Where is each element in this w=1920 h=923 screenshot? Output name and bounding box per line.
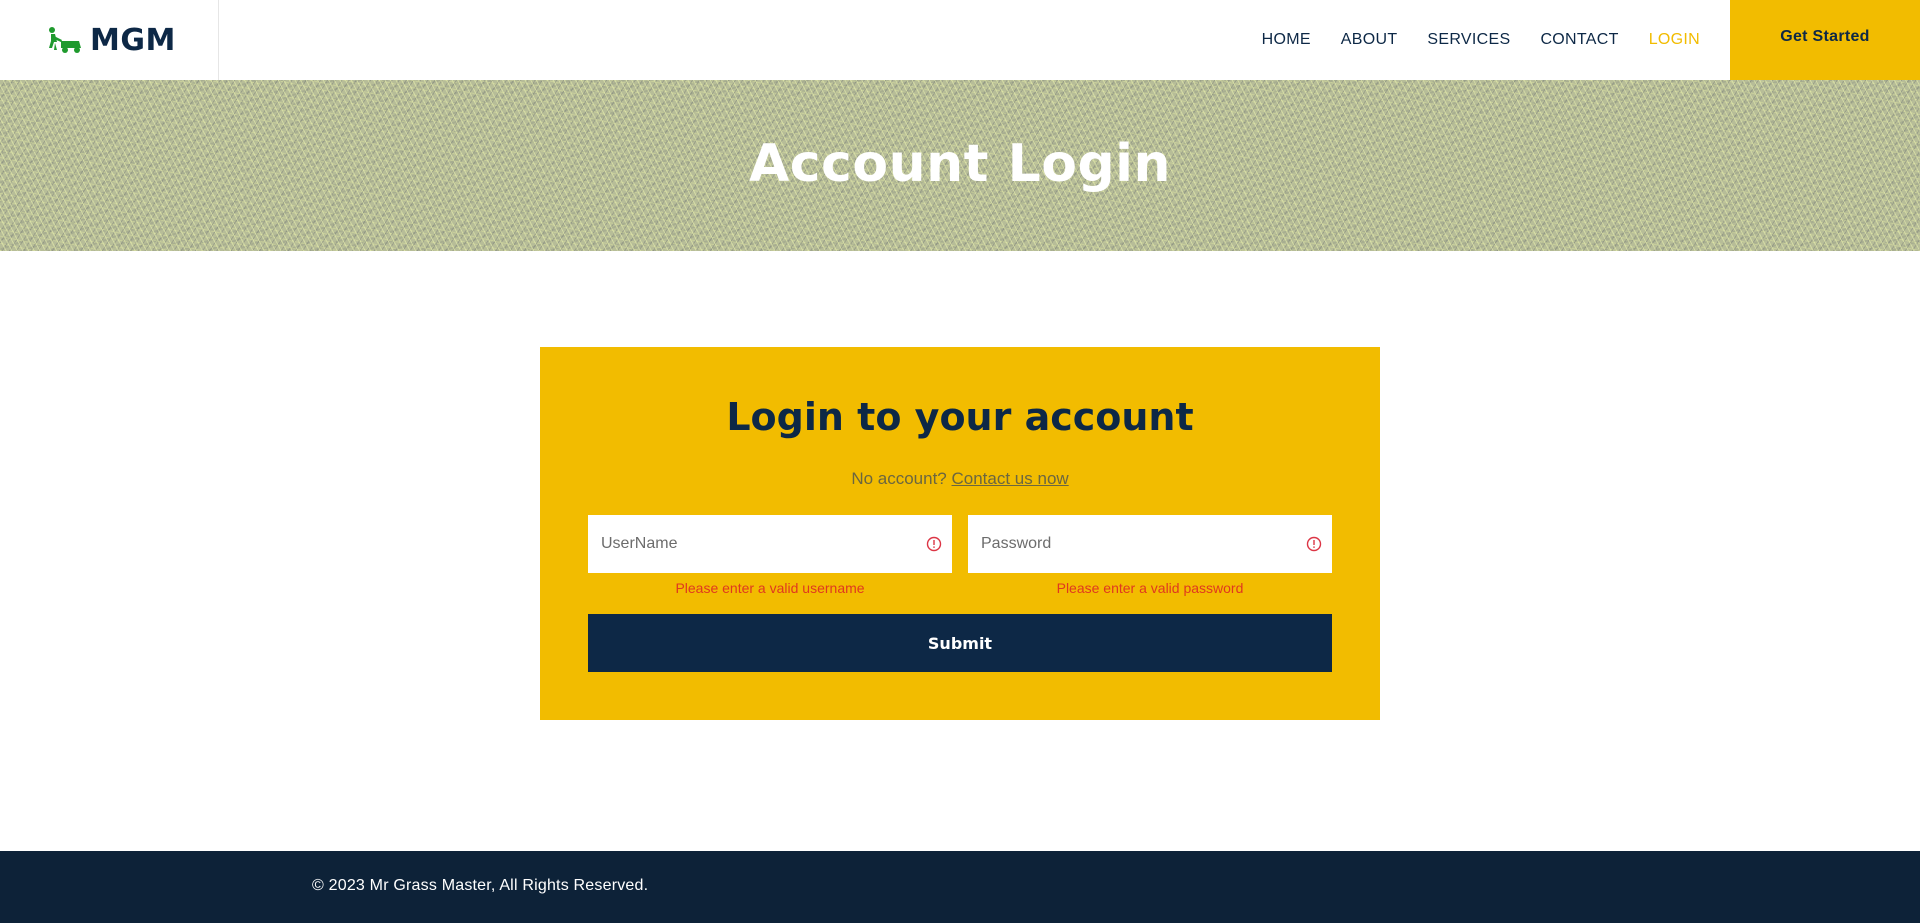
username-error: Please enter a valid username xyxy=(675,580,865,596)
nav-about[interactable]: ABOUT xyxy=(1341,31,1398,49)
contact-us-link[interactable]: Contact us now xyxy=(952,469,1069,488)
username-field-wrapper xyxy=(588,515,952,573)
lawn-mower-icon xyxy=(49,27,81,53)
main-nav: HOME ABOUT SERVICES CONTACT LOGIN Get St… xyxy=(1262,0,1920,80)
no-account-label: No account? xyxy=(851,469,947,488)
site-header: MGM HOME ABOUT SERVICES CONTACT LOGIN Ge… xyxy=(0,0,1920,80)
submit-button[interactable]: Submit xyxy=(588,614,1332,672)
nav-contact[interactable]: CONTACT xyxy=(1540,31,1618,49)
nav-services[interactable]: SERVICES xyxy=(1427,31,1510,49)
password-field-wrapper xyxy=(968,515,1332,573)
site-footer: © 2023 Mr Grass Master, All Rights Reser… xyxy=(0,851,1920,923)
brand-name: MGM xyxy=(90,22,176,58)
login-card: Login to your account No account? Contac… xyxy=(540,347,1380,720)
nav-login[interactable]: LOGIN xyxy=(1649,31,1700,49)
password-input[interactable] xyxy=(968,515,1332,573)
alert-circle-icon xyxy=(1306,536,1322,552)
no-account-text: No account? Contact us now xyxy=(540,469,1380,489)
page-title: Account Login xyxy=(748,133,1172,194)
nav-home[interactable]: HOME xyxy=(1262,31,1311,49)
hero-banner: Account Login xyxy=(0,80,1920,251)
username-input[interactable] xyxy=(588,515,952,573)
login-heading: Login to your account xyxy=(726,395,1194,439)
password-error: Please enter a valid password xyxy=(1056,580,1244,596)
copyright-text: © 2023 Mr Grass Master, All Rights Reser… xyxy=(312,877,649,894)
brand-logo-link[interactable]: MGM xyxy=(0,0,219,80)
get-started-button[interactable]: Get Started xyxy=(1730,0,1920,80)
alert-circle-icon xyxy=(926,536,942,552)
